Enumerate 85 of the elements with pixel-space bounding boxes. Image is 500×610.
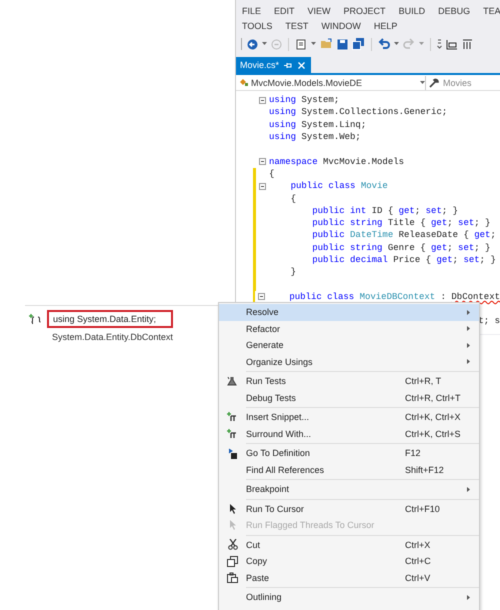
menu-item[interactable]: PROJECT [344,6,386,16]
menu-item[interactable]: FILE [242,6,262,16]
code-line: using System.Linq; [269,118,366,131]
preview-text: System.Data.Entity.DbContext [51,331,173,342]
context-menu-item[interactable]: Copy Ctrl+C [219,553,479,570]
code-line: public DateTime ReleaseDate { get; [311,229,496,242]
align-icon[interactable] [446,38,458,50]
go-to-definition-icon [228,448,238,459]
document-tab[interactable]: Movie.cs* [236,57,312,73]
snippet-icon [227,428,238,439]
code-line: t; s [477,315,500,328]
context-menu-item[interactable]: Paste Ctrl+V [219,570,479,586]
context-menu-item[interactable]: Cut Ctrl+X [219,536,479,553]
quick-fix-item[interactable]: using System.Data.Entity; [47,310,173,328]
overflow-icon[interactable] [437,38,442,50]
dropdown-icon[interactable] [394,42,399,46]
code-line: { [290,192,296,205]
undo-icon[interactable] [378,38,390,50]
dropdown-icon[interactable] [262,42,267,46]
context-menu-item[interactable]: Outlining [219,589,479,606]
submenu-arrow-icon [467,359,470,364]
context-menu-item[interactable]: Organize Usings [219,354,479,370]
code-line: public string Genre { get; set; } [311,242,490,254]
cursor-icon [229,504,236,514]
open-folder-icon[interactable] [320,38,333,50]
context-menu-item[interactable]: Resolve [219,304,479,320]
code-line: public decimal Price { get; set; } [311,254,496,266]
context-menu-item[interactable]: Find All References Shift+F12 [219,462,479,478]
code-line: using System.Collections.Generic; [269,106,448,118]
menu-item[interactable]: EDIT [274,6,295,16]
pin-icon[interactable] [284,62,294,68]
context-menu-item[interactable]: Debug Tests Ctrl+R, Ctrl+T [219,390,479,406]
context-menu-item[interactable]: Generate [219,337,479,354]
code-line: using System.Web; [269,131,361,144]
code-line: namespace MvcMovie.Models [269,156,404,168]
code-line: } [290,266,296,278]
copy-icon [227,556,238,567]
dropdown-icon[interactable] [311,42,316,46]
code-line: public int ID { get; set; } [311,204,458,217]
wrench-icon [429,78,439,88]
code-line: public string Title { get; set; } [311,217,490,230]
collapse-icon[interactable] [258,293,265,300]
submenu-arrow-icon [467,594,470,600]
snippet-icon [227,412,238,422]
member-dropdown[interactable]: Movies [426,78,472,88]
menu-item[interactable]: VIEW [308,6,331,16]
menu-item[interactable]: TOOLS [242,20,272,30]
save-icon[interactable] [337,38,348,50]
paste-icon [227,572,238,584]
submenu-arrow-icon [467,310,470,315]
cursor-icon [229,520,236,530]
menu-item[interactable]: DEBUG [438,6,470,16]
brace-plus-icon [29,314,41,325]
new-project-icon[interactable] [295,38,307,50]
flask-icon [227,376,238,386]
collapse-icon[interactable] [259,182,266,190]
context-menu-item[interactable]: Go To Definition F12 [219,445,479,462]
type-dropdown[interactable]: MvcMovie.Models.MovieDE [236,76,426,90]
collapse-icon[interactable] [259,96,266,104]
columns-icon[interactable] [462,38,473,50]
context-menu-item[interactable]: Breakpoint [219,481,479,498]
code-line: using System; [269,94,340,106]
collapse-icon[interactable] [259,158,266,166]
context-menu-item[interactable]: Surround With... Ctrl+K, Ctrl+S [219,426,479,442]
back-icon[interactable] [247,38,258,50]
context-menu-item[interactable]: Refactor [219,320,479,337]
submenu-arrow-icon [467,326,470,332]
scissors-icon [228,539,238,550]
menu-item[interactable]: WINDOW [321,20,361,30]
submenu-arrow-icon [467,486,470,492]
class-icon [239,78,249,87]
menu-item[interactable]: BUILD [398,6,426,16]
toolbar-grip-icon [240,37,243,51]
code-line: { [269,168,274,180]
menu-item[interactable]: HELP [374,20,398,30]
code-line: public class Movie [290,180,388,192]
close-icon[interactable] [298,62,306,68]
code-line: public class MovieDBContext : DbContext [288,290,500,303]
submenu-arrow-icon [467,342,470,348]
context-menu-item[interactable]: Run Tests Ctrl+R, T [219,373,479,390]
context-menu-item[interactable]: Insert Snippet... Ctrl+K, Ctrl+X [219,409,479,426]
dropdown-icon [420,80,425,84]
save-all-icon[interactable] [352,38,365,50]
context-menu-item[interactable]: Run To Cursor Ctrl+F10 [219,500,479,517]
menu-item[interactable]: TEST [285,20,308,30]
